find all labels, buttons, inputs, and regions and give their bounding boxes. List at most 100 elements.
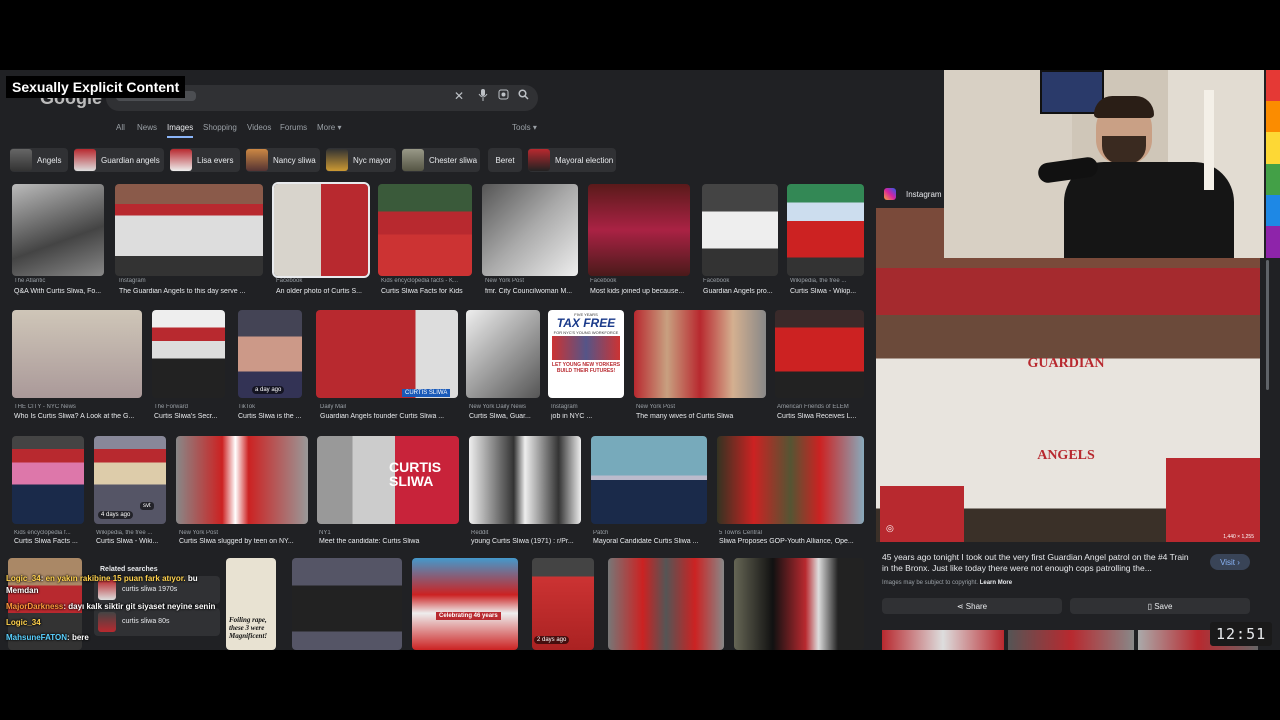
result-image[interactable] [634,310,766,398]
result-title[interactable]: Guardian Angels pro... [703,288,781,295]
search-icon[interactable] [518,89,529,103]
result-source: Reddit [471,530,489,536]
result-title[interactable]: young Curtis Sliwa (1971) : r/Pr... [471,538,583,545]
result-source: Facebook [703,278,730,284]
learn-more-link[interactable]: Learn More [980,580,1012,586]
result-image[interactable] [787,184,864,276]
channel-badge: svt [140,502,154,510]
chip-lisa-evers[interactable]: Lisa evers [170,148,240,172]
chip-mayoral-election[interactable]: Mayoral election [528,148,616,172]
result-title[interactable]: Curtis Sliwa Receives L... [777,413,864,420]
result-image[interactable] [608,558,724,650]
share-button[interactable]: ⋖ Share [882,598,1062,614]
result-image[interactable]: CURTIS SLIWA [316,310,458,398]
panel-caption[interactable]: 45 years ago tonight I took out the very… [882,552,1194,574]
result-title[interactable]: Curtis Sliwa is the ... [238,413,306,420]
result-image[interactable]: a day ago [238,310,302,398]
shirt-text: ANGELS [1037,448,1095,463]
image-photo-strip [552,336,620,360]
related-thumb [98,612,116,632]
result-title[interactable]: Meet the candidate: Curtis Sliwa [319,538,459,545]
result-title[interactable]: Curtis Sliwa - Wiki... [96,538,168,545]
result-source: TikTok [238,404,256,410]
result-image[interactable] [12,184,104,276]
result-source: Instagram [119,278,146,284]
age-badge: a day ago [252,386,285,394]
result-image[interactable]: CURTIS SLIWA [317,436,459,524]
result-source: Facebook [276,278,303,284]
result-title[interactable]: Curtis Sliwa's Secr... [154,413,226,420]
result-title[interactable]: Curtis Sliwa slugged by teen on NY... [179,538,309,545]
result-image[interactable] [588,184,690,276]
tab-images[interactable]: Images [167,123,194,138]
visit-button[interactable]: Visit › [1210,554,1250,570]
result-title[interactable]: Sliwa Proposes GOP-Youth Alliance, Ope..… [719,538,864,545]
result-title[interactable]: Guardian Angels founder Curtis Sliwa ... [320,413,460,420]
tab-forums[interactable]: Forums [280,123,307,132]
result-title[interactable]: Curtis Sliwa Facts for Kids [381,288,475,295]
related-image[interactable] [882,630,1004,650]
result-image-selected[interactable] [272,182,370,278]
panel-source[interactable]: Instagram [906,190,942,199]
result-image[interactable] [378,184,472,276]
result-image[interactable] [591,436,707,524]
result-title[interactable]: job in NYC ... [551,413,627,420]
panel-main-image[interactable]: GUARDIAN ANGELS 1,440 × 1,255 ◎ [876,208,1260,542]
result-title[interactable]: Curtis Sliwa, Guar... [469,413,545,420]
tab-videos[interactable]: Videos [247,123,271,132]
tab-shopping[interactable]: Shopping [203,123,237,132]
result-title[interactable]: Q&A With Curtis Sliwa, Fo... [14,288,106,295]
result-image[interactable]: 4 days ago svt [94,436,166,524]
lamp [1204,90,1214,190]
result-image[interactable] [292,558,402,650]
chip-chester-sliwa[interactable]: Chester sliwa [402,148,480,172]
result-title[interactable]: Mayoral Candidate Curtis Sliwa ... [593,538,707,545]
result-image[interactable] [702,184,778,276]
close-icon[interactable]: ✕ [454,89,464,103]
result-image[interactable]: Celebrating 46 years [412,558,518,650]
result-title[interactable]: Curtis Sliwa Facts ... [14,538,86,545]
result-title[interactable]: The Guardian Angels to this day serve ..… [119,288,265,295]
chip-guardian-angels[interactable]: Guardian angels [74,148,164,172]
result-image[interactable] [115,184,263,276]
instagram-icon [884,188,896,200]
save-button[interactable]: ▯ Save [1070,598,1250,614]
related-label: curtis sliwa 80s [122,618,170,625]
result-image[interactable] [152,310,225,398]
result-image[interactable] [466,310,540,398]
result-image[interactable] [176,436,308,524]
chip-nyc-mayor[interactable]: Nyc mayor [326,148,396,172]
result-image[interactable] [12,436,84,524]
image-label: FOR NYC'S YOUNG WORKFORCE [553,330,619,335]
result-image[interactable] [717,436,864,524]
result-title[interactable]: The many wives of Curtis Sliwa [636,413,768,420]
result-title[interactable]: Curtis Sliwa - Wikip... [790,288,864,295]
result-image[interactable]: 2 days ago [532,558,594,650]
image-label: LET YOUNG NEW YORKERS BUILD THEIR FUTURE… [551,362,621,374]
panel-scrollbar[interactable] [1266,260,1269,390]
result-image[interactable]: FIVE YEARS TAX FREE FOR NYC'S YOUNG WORK… [548,310,624,398]
result-title[interactable]: An older photo of Curtis S... [276,288,370,295]
result-image[interactable] [734,558,864,650]
tools-button[interactable]: Tools ▾ [512,123,537,132]
chip-nancy-sliwa[interactable]: Nancy sliwa [246,148,320,172]
mic-icon[interactable] [478,89,488,104]
tab-all[interactable]: All [116,123,125,132]
result-title[interactable]: Most kids joined up because... [590,288,692,295]
lens-icon[interactable]: ◎ [886,523,894,534]
tab-news[interactable]: News [137,123,157,132]
lens-icon[interactable] [498,89,509,103]
result-title[interactable]: Who Is Curtis Sliwa? A Look at the G... [14,413,142,420]
red-sleeve [1166,458,1260,542]
chip-angels[interactable]: Angels [10,148,68,172]
related-image[interactable] [1008,630,1134,650]
related-item[interactable]: curtis sliwa 80s [94,608,220,636]
tab-more[interactable]: More ▾ [317,123,341,132]
result-image[interactable] [775,310,864,398]
result-title[interactable]: fmr. City Councilwoman M... [485,288,579,295]
result-image[interactable] [469,436,581,524]
result-image[interactable] [12,310,142,398]
image-label: CURTIS SLIWA [389,459,442,489]
chip-beret[interactable]: Beret [488,148,522,172]
result-image[interactable] [482,184,578,276]
